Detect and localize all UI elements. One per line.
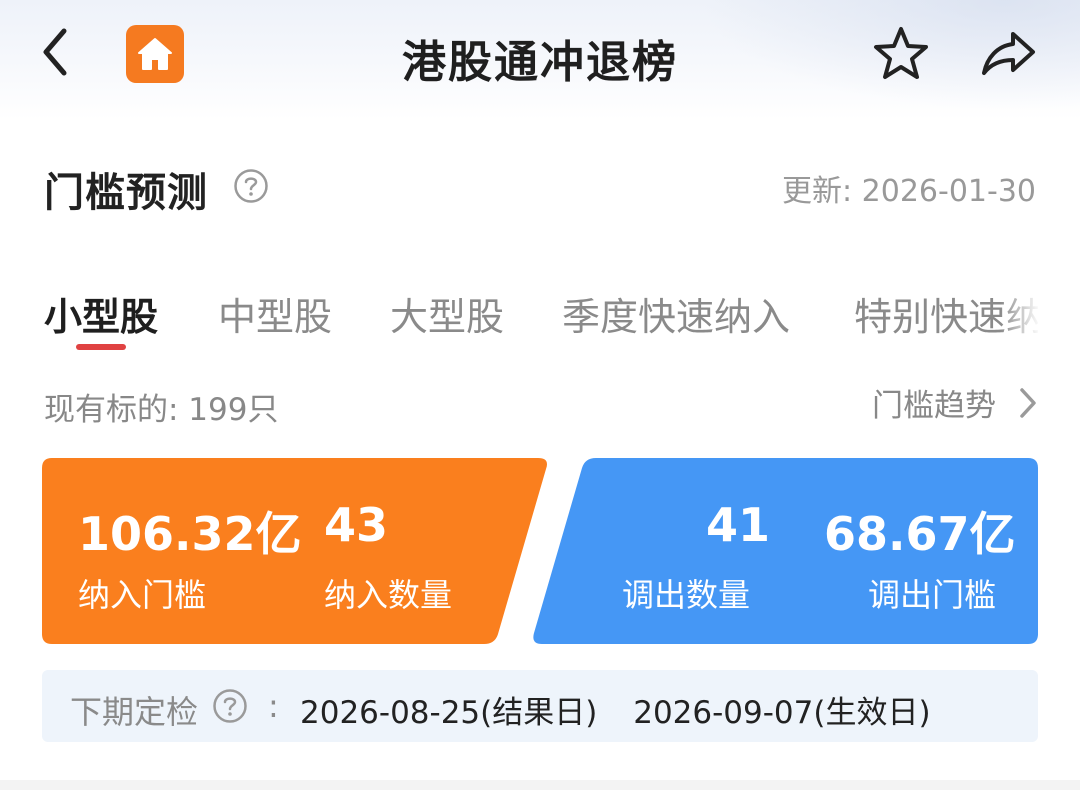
chevron-right-icon [1020,387,1036,418]
cap-tabs: 小型股 中型股 大型股 季度快速纳入 特别快速纳 [44,280,1038,360]
share-button[interactable] [976,22,1042,84]
effective-date: 2026-09-07(生效日) [633,695,931,731]
exclusion-count-value: 41 [706,498,771,552]
threshold-trend-label: 门槛趋势 [872,388,996,424]
bottom-divider [0,780,1080,790]
tab-quarterly-fast-entry[interactable]: 季度快速纳入 [562,286,790,341]
home-button[interactable] [126,25,184,83]
back-button[interactable] [30,22,80,82]
active-tab-indicator [76,344,126,350]
exclusion-count-label: 调出数量 [622,576,751,614]
tab-large-cap[interactable]: 大型股 [390,286,504,341]
home-icon [138,38,172,70]
share-icon [982,32,1035,75]
question-circle-icon[interactable] [233,168,269,204]
constituent-count: 现有标的: 199只 [44,392,279,428]
inclusion-count-label: 纳入数量 [324,576,453,614]
tab-mid-cap[interactable]: 中型股 [218,286,332,341]
question-circle-icon[interactable] [212,688,248,724]
inclusion-count-value: 43 [324,498,389,552]
next-review-bar: 下期定检 : 2026-08-25(结果日) 2026-09-07(生效日) [42,670,1038,742]
exclusion-threshold-value: 68.67亿 [824,507,1016,561]
next-review-colon: : [268,687,279,725]
exclusion-card: 41 调出数量 68.67亿 调出门槛 [530,458,1038,644]
tab-small-cap[interactable]: 小型股 [44,286,158,341]
star-icon [874,27,928,79]
favorite-button[interactable] [870,22,932,84]
update-timestamp: 更新: 2026-01-30 [782,174,1036,209]
exclusion-threshold-label: 调出门槛 [868,576,997,614]
next-review-dates: 2026-08-25(结果日) 2026-09-07(生效日) [300,687,957,732]
top-nav-bar: 港股通冲退榜 [0,0,1080,110]
inclusion-threshold-value: 106.32亿 [78,507,302,561]
threshold-trend-link[interactable]: 门槛趋势 [872,380,1038,425]
result-date: 2026-08-25(结果日) [300,695,598,731]
inclusion-threshold-label: 纳入门槛 [78,576,207,614]
inclusion-card: 106.32亿 纳入门槛 43 纳入数量 [42,458,550,644]
back-arrow-icon [43,28,67,76]
tabs-overflow-fade [1000,280,1040,350]
next-review-label: 下期定检 [70,693,199,731]
section-title: 门槛预测 [44,170,208,216]
